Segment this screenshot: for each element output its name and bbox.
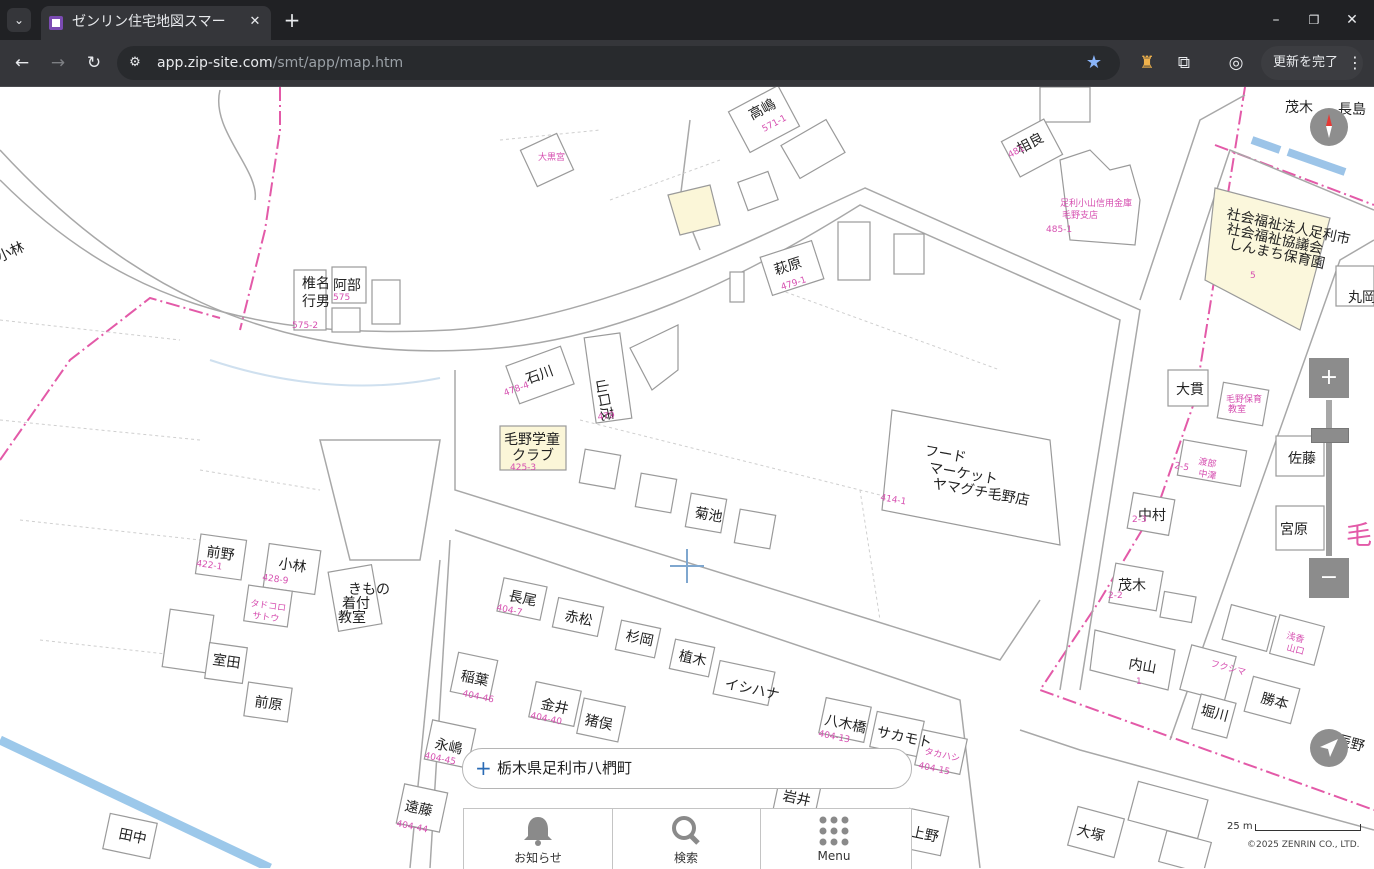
search-address-text: 栃木県足利市八椚町 <box>497 759 633 777</box>
map-label-watanabe-no: 2-5 <box>1173 461 1189 473</box>
url-text[interactable]: app.zip-site.com/smt/app/map.htm <box>157 53 403 73</box>
tab-search-chevron-icon[interactable]: ⌄ <box>7 8 31 32</box>
map-label-mano2: 教室 <box>1228 403 1246 415</box>
url-host: app.zip-site.com <box>157 55 273 71</box>
close-window-icon[interactable]: ✕ <box>1341 9 1363 31</box>
reload-icon[interactable]: ↻ <box>82 51 106 75</box>
add-plus-icon[interactable]: + <box>475 756 493 780</box>
map-label-abe: 阿部 <box>333 278 361 294</box>
minimize-window-icon[interactable]: – <box>1265 9 1287 31</box>
navigation-arrow-icon <box>1320 739 1338 757</box>
current-location-button[interactable] <box>1310 729 1348 767</box>
map-label-kimono3: 教室 <box>338 609 366 626</box>
profile-icon[interactable]: ◎ <box>1224 51 1248 75</box>
browser-toolbar: ← → ↻ ⚙ app.zip-site.com/smt/app/map.htm… <box>0 40 1374 87</box>
zoom-slider-thumb[interactable] <box>1311 428 1349 443</box>
more-menu-icon[interactable]: ⋮ <box>1347 46 1363 80</box>
map-label-oonuki: 大貫 <box>1176 382 1204 398</box>
map-label-saho: 佐藤 <box>1288 451 1316 467</box>
map-label-taka: 毛 <box>1346 521 1372 551</box>
search-label: 検索 <box>673 851 698 865</box>
map-label-mano: 毛野保育 <box>1226 393 1262 405</box>
update-button-label: 更新を完了 <box>1273 55 1339 70</box>
new-tab-plus-icon[interactable]: + <box>281 9 303 31</box>
map-label-nakamura-no: 2-3 <box>1132 515 1147 525</box>
map-label-miyahara: 宮原 <box>1280 522 1308 538</box>
tab-title: ゼンリン住宅地図スマー <box>72 14 226 30</box>
map-label-uchiyama-no: 1 <box>1136 677 1142 687</box>
map-label-ashikaga-bank2: 毛野支店 <box>1062 209 1098 221</box>
map-label-maruoka: 丸岡 <box>1348 290 1374 306</box>
scale-bar-line <box>1255 824 1361 831</box>
url-path: /smt/app/map.htm <box>272 55 404 71</box>
map-label-ashikaga-bank: 足利小山信用金庫 <box>1060 197 1132 209</box>
back-arrow-icon[interactable]: ← <box>10 51 34 75</box>
site-info-icon[interactable]: ⚙ <box>125 53 145 73</box>
map-center-crosshair <box>670 549 704 583</box>
map-label-shiina-no: 575-2 <box>292 321 318 331</box>
copyright-text: ©2025 ZENRIN CO., LTD. <box>1247 840 1360 850</box>
address-search-box[interactable]: + 栃木県足利市八椚町 <box>462 748 912 789</box>
map-label-shiina2: 行男 <box>302 294 330 310</box>
site-favicon-icon <box>49 16 63 30</box>
tab-strip: ⌄ ゼンリン住宅地図スマー ✕ + – ❐ ✕ <box>0 0 1374 40</box>
map-label-shigeki: 茂木 <box>1285 99 1313 116</box>
grid-icon <box>819 816 849 846</box>
search-button[interactable]: 検索 <box>612 809 761 869</box>
notice-label: お知らせ <box>514 851 562 865</box>
map-label-shiina: 椎名 <box>302 276 330 292</box>
map-label-keno-club: 毛野学童 <box>504 431 560 448</box>
map-label-welfare-no: 5 <box>1250 271 1256 281</box>
restore-window-icon[interactable]: ❐ <box>1303 9 1325 31</box>
boundary-line <box>239 87 281 331</box>
map-label-mogi2-no: 2-2 <box>1108 591 1123 601</box>
map-label-kobayashi-w: 小林 <box>0 239 27 265</box>
scale-bar: 25 m <box>1227 820 1361 834</box>
search-icon <box>672 816 700 845</box>
bookmark-star-icon[interactable]: ★ <box>1083 52 1105 74</box>
notice-button[interactable]: お知らせ <box>464 809 613 869</box>
menu-button[interactable]: Menu <box>760 809 908 869</box>
map-label-ashikaga-bank-no: 485-1 <box>1046 225 1072 235</box>
water-mark <box>1286 148 1347 176</box>
extensions-puzzle-icon[interactable]: ⧉ <box>1172 51 1196 75</box>
stream <box>209 359 441 387</box>
boundary-line <box>0 296 221 461</box>
bell-icon <box>524 817 552 846</box>
water-mark <box>1250 136 1282 154</box>
compass-icon[interactable] <box>1310 108 1348 146</box>
map-label-keno-club2: クラブ <box>512 447 554 464</box>
address-bar[interactable]: ⚙ app.zip-site.com/smt/app/map.htm ★ <box>117 46 1120 80</box>
zoom-in-button[interactable]: + <box>1309 358 1349 398</box>
forward-arrow-icon[interactable]: → <box>46 51 70 75</box>
bottom-menu-bar: お知らせ 検索 Menu <box>463 808 912 869</box>
menu-label: Menu <box>817 849 851 863</box>
map-label-abe-no: 575 <box>333 293 350 303</box>
zoom-out-button[interactable]: − <box>1309 558 1349 598</box>
scale-label: 25 m <box>1227 821 1253 832</box>
zoom-slider-track[interactable] <box>1326 400 1332 556</box>
map-label-keno-club-no: 425-3 <box>510 463 536 473</box>
update-button[interactable]: 更新を完了 ⋮ <box>1261 46 1363 80</box>
active-tab[interactable]: ゼンリン住宅地図スマー ✕ <box>41 6 271 40</box>
map-label-oomi: 大黒宮 <box>538 151 565 163</box>
close-tab-icon[interactable]: ✕ <box>245 12 265 32</box>
extension-icon[interactable]: ♜ <box>1135 51 1159 75</box>
